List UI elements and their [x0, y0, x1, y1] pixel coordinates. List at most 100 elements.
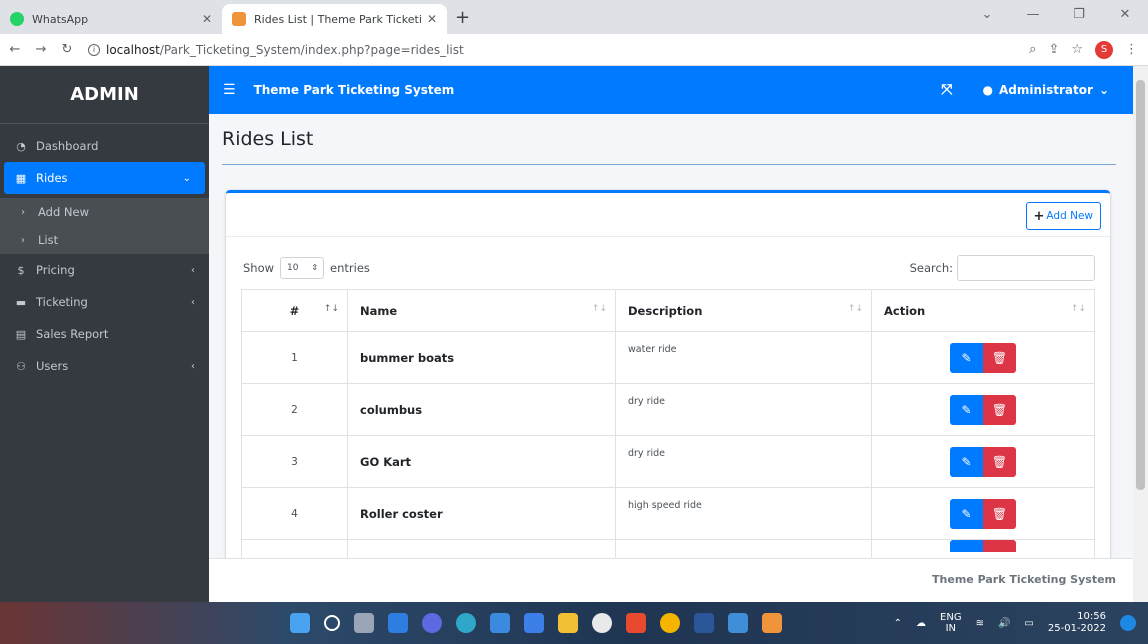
edit-button[interactable]: ✎ — [950, 446, 983, 477]
page-title: Rides List — [222, 128, 314, 150]
chevron-left-icon: ‹ — [191, 264, 195, 276]
column-header-number[interactable]: # ↑↓ — [241, 289, 348, 332]
taskbar-apps — [290, 613, 782, 633]
task-view-icon[interactable] — [354, 613, 374, 633]
close-icon[interactable]: ✕ — [202, 12, 212, 26]
info-icon[interactable]: i — [88, 43, 100, 56]
battery-icon[interactable]: ▭ — [1024, 618, 1033, 629]
sidebar-item-label: Sales Report — [36, 327, 109, 341]
chevron-left-icon: ‹ — [191, 360, 195, 372]
chrome-icon[interactable] — [660, 613, 680, 633]
sidebar-item-list[interactable]: › List — [0, 226, 209, 254]
tab-rides-list[interactable]: Rides List | Theme Park Ticketing ✕ — [222, 4, 447, 34]
delete-button[interactable]: 🗑 — [983, 342, 1016, 373]
cloud-icon[interactable]: ☁ — [916, 618, 926, 629]
footer-text: Theme Park Ticketing System — [932, 573, 1116, 586]
sort-asc-icon: ↑↓ — [323, 304, 339, 314]
back-button[interactable]: ← — [4, 42, 26, 57]
restore-button[interactable]: ❐ — [1056, 0, 1102, 30]
delete-button[interactable] — [983, 540, 1016, 552]
column-header-action[interactable]: Action ↑↓ — [871, 289, 1095, 332]
chevron-right-icon: › — [21, 206, 25, 218]
brand-title[interactable]: ADMIN — [0, 66, 209, 124]
sidebar-item-add-new[interactable]: › Add New — [0, 198, 209, 226]
column-header-description[interactable]: Description ↑↓ — [615, 289, 872, 332]
edit-button[interactable] — [950, 540, 983, 552]
page-footer: Theme Park Ticketing System — [209, 558, 1133, 602]
windows-start-icon[interactable] — [290, 613, 310, 633]
chevron-down-icon[interactable]: ⌄ — [964, 0, 1010, 30]
search-input[interactable] — [957, 255, 1095, 281]
edit-button[interactable]: ✎ — [950, 342, 983, 373]
page-scrollbar[interactable] — [1133, 66, 1148, 602]
app-icon[interactable] — [592, 613, 612, 633]
new-tab-button[interactable]: + — [447, 7, 478, 34]
ride-name: columbus — [347, 383, 616, 436]
sidebar-item-users[interactable]: ⚇ Users ‹ — [0, 350, 209, 382]
reload-button[interactable]: ↻ — [56, 42, 78, 57]
more-menu-icon[interactable]: ⋮ — [1125, 42, 1138, 57]
forward-button[interactable]: → — [30, 42, 52, 57]
show-label: Show — [243, 261, 275, 275]
search-icon[interactable] — [324, 615, 340, 631]
add-new-button[interactable]: + Add New — [1025, 202, 1101, 230]
row-number: 2 — [241, 383, 348, 436]
search-control: Search: — [910, 255, 1095, 281]
sidebar-item-sales-report[interactable]: ▤ Sales Report — [0, 318, 209, 350]
share-icon[interactable]: ⇪ — [1048, 42, 1059, 57]
windows-taskbar: ⌃ ☁ ENG IN ≋ 🔊 ▭ 10:56 25-01-2022 — [0, 602, 1148, 644]
word-icon[interactable] — [694, 613, 714, 633]
volume-icon[interactable]: 🔊 — [998, 618, 1010, 629]
edit-button[interactable]: ✎ — [950, 394, 983, 425]
file-explorer-icon[interactable] — [558, 613, 578, 633]
user-icon: ● — [982, 83, 993, 97]
edge-icon[interactable] — [456, 613, 476, 633]
scrollbar-thumb[interactable] — [1136, 80, 1145, 490]
user-menu[interactable]: ● Administrator ⌄ — [983, 83, 1110, 97]
sidebar-item-ticketing[interactable]: ▬ Ticketing ‹ — [0, 286, 209, 318]
minimize-button[interactable]: — — [1010, 0, 1056, 30]
zoom-icon[interactable]: ⌕ — [1029, 42, 1036, 57]
column-header-name[interactable]: Name ↑↓ — [347, 289, 616, 332]
delete-button[interactable]: 🗑 — [983, 498, 1016, 529]
address-bar: ← → ↻ i localhost/Park_Ticketing_System/… — [0, 34, 1148, 66]
xampp-icon[interactable] — [762, 613, 782, 633]
site-favicon-icon — [232, 12, 246, 26]
tab-whatsapp[interactable]: WhatsApp ✕ — [0, 4, 222, 34]
delete-button[interactable]: 🗑 — [983, 394, 1016, 425]
star-icon[interactable]: ☆ — [1071, 42, 1083, 57]
notification-icon[interactable] — [1120, 615, 1136, 631]
browser-tab-bar: WhatsApp ✕ Rides List | Theme Park Ticke… — [0, 0, 1148, 34]
wifi-icon[interactable]: ≋ — [976, 618, 984, 629]
sidebar-item-label: Rides — [36, 171, 68, 185]
hamburger-menu-icon[interactable]: ☰ — [223, 82, 236, 98]
sidebar-item-dashboard[interactable]: ◔ Dashboard — [0, 130, 209, 162]
close-window-button[interactable]: ✕ — [1102, 0, 1148, 30]
widgets-icon[interactable] — [388, 613, 408, 633]
sort-icon: ↑↓ — [847, 304, 863, 314]
photos-icon[interactable] — [728, 613, 748, 633]
entries-select[interactable]: 10 ⇕ — [280, 257, 325, 279]
sidebar-item-pricing[interactable]: $ Pricing ‹ — [0, 254, 209, 286]
top-header: ☰ Theme Park Ticketing System ⤧ ● Admini… — [209, 66, 1133, 114]
rides-card: + Add New Show 10 ⇕ entries Search: # ↑↓ — [226, 190, 1110, 570]
clock[interactable]: 10:56 25-01-2022 — [1048, 611, 1106, 635]
sidebar-item-rides[interactable]: ▦ Rides ⌄ — [4, 162, 205, 194]
office-icon[interactable] — [626, 613, 646, 633]
chat-icon[interactable] — [422, 613, 442, 633]
updown-icon: ⇕ — [311, 263, 319, 272]
dropbox-icon[interactable] — [524, 613, 544, 633]
fullscreen-icon[interactable]: ⤧ — [941, 82, 952, 98]
url-host: localhost — [106, 42, 160, 57]
table-header-row: # ↑↓ Name ↑↓ Description ↑↓ Action ↑↓ — [241, 289, 1095, 332]
chevron-up-icon[interactable]: ⌃ — [894, 618, 902, 629]
close-icon[interactable]: ✕ — [427, 12, 437, 26]
sidebar-item-label: Users — [36, 359, 69, 373]
edit-button[interactable]: ✎ — [950, 498, 983, 529]
url-field[interactable]: i localhost/Park_Ticketing_System/index.… — [88, 43, 1029, 57]
delete-button[interactable]: 🗑 — [983, 446, 1016, 477]
mail-icon[interactable] — [490, 613, 510, 633]
table-row: 2 columbus dry ride ✎ 🗑 — [241, 383, 1095, 436]
profile-avatar[interactable]: S — [1095, 40, 1113, 59]
language-indicator[interactable]: ENG IN — [940, 612, 962, 634]
